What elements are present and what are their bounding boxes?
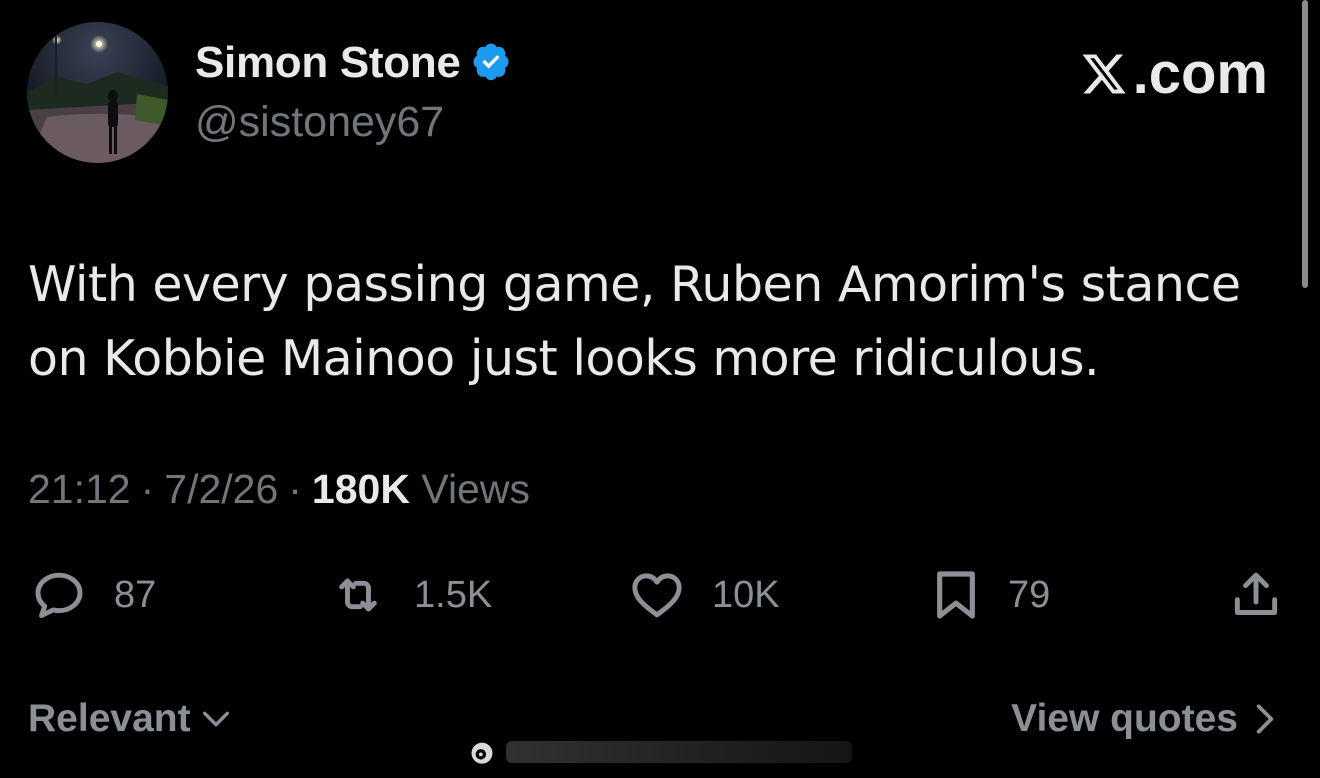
bookmark-count: 79 — [1008, 573, 1051, 616]
brand-logo: .com — [1079, 40, 1268, 107]
sort-dropdown[interactable]: Relevant — [28, 697, 233, 741]
tweet-time[interactable]: 21:12 — [28, 466, 131, 513]
like-count: 10K — [712, 573, 780, 616]
weibo-logo-icon — [471, 742, 493, 764]
scrollbar[interactable] — [1302, 0, 1308, 288]
repost-icon — [339, 578, 377, 612]
bookmark-button[interactable]: 79 — [928, 567, 1050, 623]
chevron-down-icon — [202, 711, 229, 727]
repost-count: 1.5K — [414, 573, 493, 616]
tweet-date[interactable]: 7/2/26 — [164, 466, 278, 513]
view-quotes-link[interactable]: View quotes — [1011, 697, 1278, 741]
chevron-right-icon — [1256, 704, 1274, 734]
views-label: Views — [421, 466, 530, 512]
watermark — [468, 735, 852, 769]
reply-icon — [35, 572, 83, 618]
like-button[interactable]: 10K — [626, 567, 780, 623]
view-quotes-label: View quotes — [1011, 697, 1238, 740]
share-button[interactable] — [1226, 567, 1286, 623]
views-group[interactable]: 180K Views — [312, 466, 530, 513]
meta-separator: · — [140, 466, 155, 512]
avatar-photo — [27, 22, 168, 163]
reply-count: 87 — [114, 573, 157, 616]
reply-button[interactable]: 87 — [28, 567, 156, 623]
share-icon — [1234, 572, 1278, 615]
heart-icon — [632, 573, 682, 618]
tweet-meta: 21:12 · 7/2/26 · 180K Views — [28, 466, 530, 513]
brand-domain: .com — [1132, 41, 1268, 106]
author-display-name[interactable]: Simon Stone — [195, 38, 461, 88]
bookmark-icon — [937, 571, 975, 619]
tweet-actions: 87 1.5K 10K 79 — [0, 565, 1320, 625]
verified-badge-icon — [471, 41, 511, 86]
meta-separator: · — [288, 466, 302, 512]
sort-label: Relevant — [28, 697, 191, 740]
views-count: 180K — [311, 466, 410, 512]
author-handle[interactable]: @sistoney67 — [195, 98, 444, 147]
watermark-text-blur — [506, 741, 852, 763]
author-name-row: Simon Stone — [195, 38, 511, 88]
tweet-text: With every passing game, Ruben Amorim's … — [28, 256, 1241, 387]
x-logo-icon — [1082, 54, 1126, 93]
author-avatar[interactable] — [27, 22, 168, 163]
repost-button[interactable]: 1.5K — [326, 567, 492, 623]
